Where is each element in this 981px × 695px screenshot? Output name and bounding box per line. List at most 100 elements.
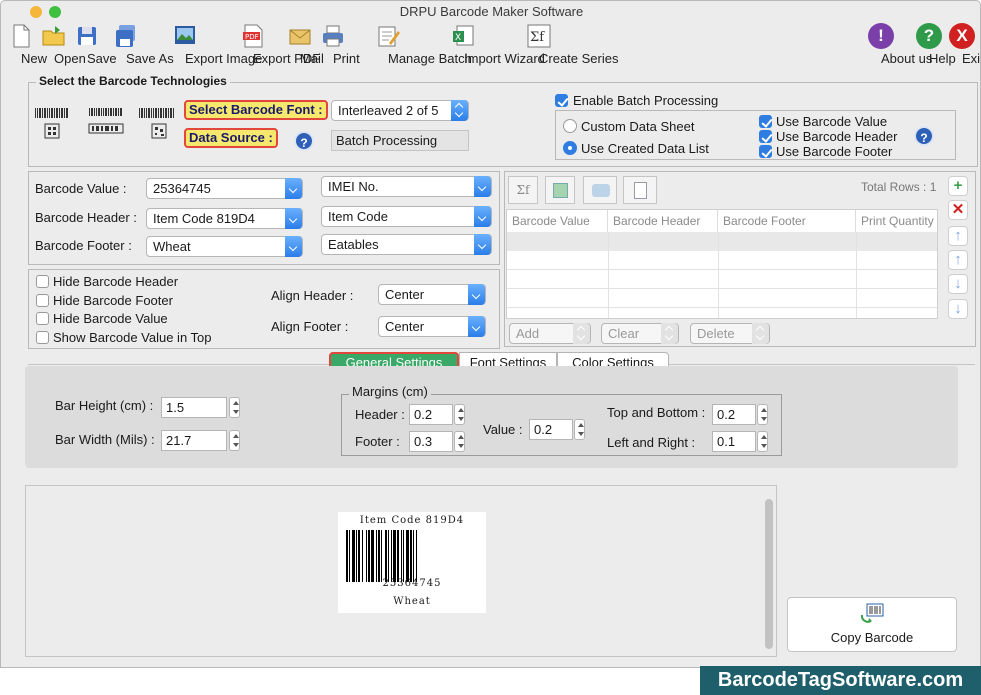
move-top-arrow-icon[interactable]: ↑ [948, 226, 968, 246]
barcode-footer-preview: Wheat [393, 596, 431, 607]
barcode-value-input[interactable]: 25364745 [146, 178, 303, 199]
grid-column-header[interactable]: Barcode Value [507, 210, 608, 232]
move-up-arrow-icon[interactable]: ↑ [948, 250, 968, 270]
export-pdf-button[interactable]: PDF Export PDF [224, 23, 320, 66]
margin-top-bottom-stepper[interactable] [757, 404, 768, 425]
manage-batch-button[interactable]: Manage Batch [351, 23, 472, 66]
footer-type-select[interactable]: Eatables [321, 234, 492, 255]
exclamation-icon: ! [868, 23, 894, 49]
margin-footer-input[interactable]: 0.3 [409, 431, 453, 452]
custom-sheet-radio[interactable] [563, 119, 577, 133]
margin-top-bottom-input[interactable]: 0.2 [712, 404, 756, 425]
barcode-bar [371, 530, 374, 582]
mail-icon [289, 29, 311, 45]
save-as-button[interactable]: Save As [105, 23, 174, 66]
enable-batch-checkbox[interactable] [555, 94, 568, 107]
bar-width-input[interactable]: 21.7 [161, 430, 227, 451]
margin-left-right-input[interactable]: 0.1 [712, 431, 756, 452]
copy-barcode-label: Copy Barcode [830, 630, 914, 645]
remove-row-x-icon[interactable]: ✕ [948, 200, 968, 220]
header-type-select[interactable]: Item Code [321, 206, 492, 227]
preview-scrollbar[interactable] [765, 499, 773, 649]
hide-header-checkbox[interactable] [36, 275, 49, 288]
hide-value-checkbox[interactable] [36, 312, 49, 325]
table-row [507, 289, 937, 308]
data-source-help-icon[interactable]: ? [294, 131, 314, 151]
chevron-down-icon [474, 176, 491, 197]
grid-column-header[interactable]: Print Quantity [856, 210, 938, 232]
excel-import-icon[interactable] [545, 176, 575, 204]
print-batch-icon[interactable] [583, 176, 617, 204]
align-header-value: Center [385, 287, 425, 302]
print-button[interactable]: Print [318, 23, 360, 66]
export-list-icon[interactable] [623, 176, 657, 204]
export-image-button[interactable]: Export Image [152, 23, 262, 66]
add-row-plus-icon[interactable]: + [948, 176, 968, 196]
about-us-label: About us [881, 51, 933, 66]
technologies-title: Select the Barcode Technologies [36, 74, 230, 88]
clear-dropdown[interactable]: Clear [601, 323, 679, 344]
grid-column-header[interactable]: Barcode Footer [718, 210, 856, 232]
created-list-radio[interactable] [563, 141, 577, 155]
margin-left-right-stepper[interactable] [757, 431, 768, 452]
bar-width-label: Bar Width (Mils) : [55, 432, 155, 447]
bar-height-input[interactable]: 1.5 [161, 397, 227, 418]
sigma-function-icon: Σf [527, 24, 551, 48]
barcode-bar [397, 530, 399, 582]
margin-header-input[interactable]: 0.2 [409, 404, 453, 425]
grid-column-header[interactable]: Barcode Header [608, 210, 718, 232]
batch-help-icon[interactable]: ? [914, 126, 934, 146]
open-button[interactable]: Open [38, 23, 86, 66]
create-series-label: Create Series [539, 51, 619, 66]
import-wizard-button[interactable]: X Import Wizard [428, 23, 545, 66]
manage-batch-icon [378, 26, 400, 47]
chevron-updown-icon [661, 323, 678, 344]
barcode-font-label: Select Barcode Font : [184, 100, 328, 120]
margin-left-right-label: Left and Right : [607, 435, 696, 450]
minimize-button[interactable] [30, 6, 42, 18]
move-down-arrow-icon[interactable]: ↓ [948, 274, 968, 294]
margin-value-stepper[interactable] [574, 419, 585, 440]
use-header-checkbox[interactable] [759, 130, 772, 143]
watermark: BarcodeTagSoftware.com [700, 666, 981, 695]
pdf-icon: PDF [243, 24, 263, 48]
barcode-bar [406, 530, 409, 582]
barcode-bar [381, 530, 382, 582]
chevron-down-icon [285, 178, 302, 199]
exit-button[interactable]: X Exit [948, 23, 980, 66]
margin-header-stepper[interactable] [454, 404, 465, 425]
use-footer-checkbox[interactable] [759, 145, 772, 158]
barcode-bar [356, 530, 357, 582]
new-button[interactable]: New [7, 23, 47, 66]
margin-footer-stepper[interactable] [454, 431, 465, 452]
bar-width-stepper[interactable] [229, 430, 240, 451]
barcode-footer-input[interactable]: Wheat [146, 236, 303, 257]
barcode-header-input[interactable]: Item Code 819D4 [146, 208, 303, 229]
series-sigma-icon[interactable]: Σf [508, 176, 538, 204]
align-footer-select[interactable]: Center [378, 316, 486, 337]
save-button[interactable]: Save [73, 23, 117, 66]
help-button[interactable]: ? Help [915, 23, 956, 66]
delete-dropdown[interactable]: Delete [690, 323, 770, 344]
use-value-checkbox[interactable] [759, 115, 772, 128]
add-label: Add [516, 326, 540, 341]
move-bottom-arrow-icon[interactable]: ↓ [948, 299, 968, 319]
barcode-font-select[interactable]: Interleaved 2 of 5 [331, 100, 469, 121]
margin-value-input[interactable]: 0.2 [529, 419, 573, 440]
mail-button[interactable]: Mail [287, 23, 324, 66]
hide-footer-checkbox[interactable] [36, 294, 49, 307]
add-dropdown[interactable]: Add [509, 323, 591, 344]
table-row[interactable] [507, 232, 937, 251]
value-type-select[interactable]: IMEI No. [321, 176, 492, 197]
barcode-preview: Item Code 819D4 25364745 Wheat [338, 512, 486, 613]
show-top-checkbox[interactable] [36, 331, 49, 344]
align-footer-label: Align Footer : [271, 319, 349, 334]
align-header-select[interactable]: Center [378, 284, 486, 305]
batch-grid[interactable]: Barcode Value Barcode Header Barcode Foo… [506, 209, 938, 319]
clear-label: Clear [608, 326, 640, 341]
create-series-button[interactable]: Σf Create Series [505, 23, 618, 66]
zoom-button[interactable] [49, 6, 61, 18]
bar-height-stepper[interactable] [229, 397, 240, 418]
about-us-button[interactable]: ! About us [858, 23, 932, 66]
copy-barcode-button[interactable]: Copy Barcode [787, 597, 957, 652]
